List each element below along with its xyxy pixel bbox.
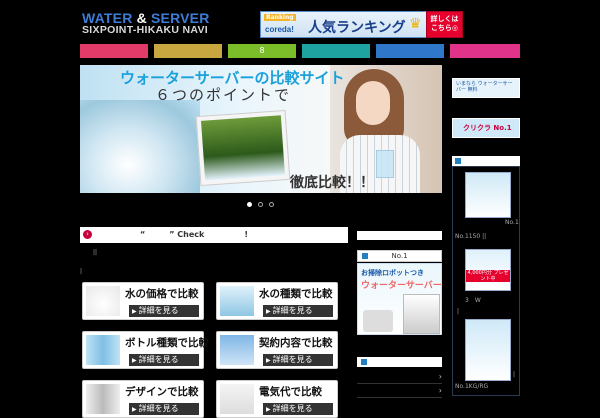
details-link[interactable]: ▶ 詳細を見る — [129, 403, 199, 415]
water-server-image — [403, 294, 440, 334]
robot-server-ad[interactable]: お掃除ロボットつき ウォーターサーバー — [357, 263, 442, 335]
compare-bottle-type-button[interactable]: ボトル種類で比較 ▶ 詳細を見る — [82, 331, 209, 369]
arrow-right-icon: ▶ — [266, 406, 271, 413]
ad-headline: お掃除ロボットつき — [361, 269, 424, 277]
banner-title: 人気ランキング — [308, 20, 406, 36]
water-glass — [376, 150, 394, 178]
compare-label: デザインで比較 — [125, 386, 199, 398]
hero-slider[interactable]: ウォーターサーバーの比較サイト ６つのポイントで 徹底比較！！ — [80, 65, 442, 193]
flag-icon — [362, 253, 368, 259]
slider-dot-2[interactable] — [258, 202, 263, 207]
arrow-right-icon: ▶ — [132, 406, 137, 413]
arrow-right-icon: ▶ — [266, 308, 271, 315]
details-link[interactable]: ▶ 詳細を見る — [129, 305, 199, 317]
slider-dot-1[interactable] — [247, 202, 252, 207]
details-link[interactable]: ▶ 詳細を見る — [129, 354, 199, 366]
details-label: 詳細を見る — [272, 404, 313, 413]
product-caption-2: 3 W — [465, 297, 481, 304]
arrow-right-icon: ▶ — [132, 357, 137, 364]
compare-label: 水の種類で比較 — [259, 288, 333, 300]
details-label: 詳細を見る — [138, 306, 179, 315]
crecla-ad[interactable]: クリクラ No.1 — [452, 118, 520, 138]
details-label: 詳細を見る — [138, 355, 179, 364]
banner-details-label: 詳しくは こちら◎ — [430, 15, 459, 32]
present-badge: 4,000円分 プレゼント中 — [466, 270, 510, 282]
arrow-right-icon: ▶ — [266, 357, 271, 364]
banner-details-button[interactable]: 詳しくは こちら◎ — [426, 11, 463, 38]
nav-item-1[interactable] — [80, 44, 148, 58]
details-label: 詳細を見る — [138, 404, 179, 413]
compare-electricity-button[interactable]: 電気代で比較 ▶ 詳細を見る — [216, 380, 338, 418]
flag-icon — [455, 158, 461, 164]
compare-water-type-button[interactable]: 水の種類で比較 ▶ 詳細を見る — [216, 282, 338, 320]
details-label: 詳細を見る — [272, 306, 313, 315]
middle-heading-bar — [357, 231, 442, 240]
product-image-1[interactable] — [465, 172, 511, 218]
crecla-ad-text: クリクラ No.1 — [463, 124, 512, 132]
list-item[interactable]: › — [357, 371, 442, 384]
details-link[interactable]: ▶ 詳細を見る — [263, 354, 333, 366]
chevron-right-icon: › — [83, 230, 92, 239]
check-heading-bar: › “ ” Check ! — [80, 227, 348, 243]
server-design-image — [86, 384, 120, 414]
ad-subheadline: ウォーターサーバー — [361, 281, 442, 291]
crown-icon: ♛ — [409, 16, 422, 32]
free-server-ad-text: いまなら ウォーターサーバー 無料 — [456, 81, 513, 93]
forest-photo-image — [201, 115, 285, 181]
global-nav: 8 — [80, 44, 520, 58]
free-server-ad[interactable]: いまなら ウォーターサーバー 無料 — [452, 78, 520, 98]
compare-contract-button[interactable]: 契約内容で比較 ▶ 詳細を見る — [216, 331, 338, 369]
compare-label: 契約内容で比較 — [259, 337, 333, 349]
slide-subtitle: ６つのポイントで — [155, 86, 292, 104]
nav-item-4[interactable] — [302, 44, 370, 58]
check-heading-text: “ ” Check ! — [140, 230, 249, 239]
product-caption-3: | — [457, 308, 460, 315]
details-link[interactable]: ▶ 詳細を見る — [263, 305, 333, 317]
water-pour-image — [220, 286, 254, 316]
side-heading-bar — [452, 156, 520, 166]
no1-heading: No.1 — [357, 250, 442, 262]
middle-heading-bar-2 — [357, 357, 442, 367]
list-item[interactable]: › — [357, 385, 442, 398]
yen-glass-image — [86, 286, 120, 316]
details-label: 詳細を見る — [272, 355, 313, 364]
forest-photo — [195, 109, 291, 187]
arrow-right-icon: ▶ — [132, 308, 137, 315]
details-link[interactable]: ▶ 詳細を見る — [263, 403, 333, 415]
power-outlet-image — [220, 384, 254, 414]
compare-design-button[interactable]: デザインで比較 ▶ 詳細を見る — [82, 380, 204, 418]
notice-text-2: | — [80, 268, 83, 275]
nav-item-5[interactable] — [376, 44, 444, 58]
product-caption-5: | — [513, 371, 516, 378]
product-caption-1: No.1150 || — [455, 233, 487, 240]
compare-label: ボトル種類で比較 — [125, 337, 209, 349]
nav-item-6[interactable] — [450, 44, 520, 58]
compare-label: 電気代で比較 — [259, 386, 322, 398]
water-splash-image — [80, 100, 200, 193]
banner-brand: coreda! — [265, 25, 294, 34]
product-caption-4: No.1KG/RG — [455, 383, 489, 390]
ranking-tag: Ranking — [264, 14, 296, 21]
slider-dot-3[interactable] — [269, 202, 274, 207]
compare-label: 水の価格で比較 — [125, 288, 199, 300]
site-logo-subtitle[interactable]: SIXPOINT-HIKAKU NAVI — [82, 24, 208, 36]
nav-item-3[interactable]: 8 — [228, 44, 296, 58]
slide-compare-text: 徹底比較！！ — [290, 175, 374, 191]
product-image-2[interactable]: 4,000円分 プレゼント中 — [465, 249, 511, 291]
robot-cleaner-image — [363, 310, 393, 332]
flag-icon — [361, 359, 367, 365]
no1-heading-text: No.1 — [391, 252, 408, 260]
notice-text-1: || — [93, 249, 98, 256]
nav-item-2[interactable] — [154, 44, 222, 58]
handshake-image — [220, 335, 254, 365]
bottle-image — [86, 335, 120, 365]
model-face — [356, 81, 390, 125]
side-ranking-panel: No.1 No.1150 || 4,000円分 プレゼント中 3 W | No.… — [452, 166, 520, 396]
product-image-3[interactable] — [465, 319, 511, 381]
rank-label: No.1 — [505, 219, 519, 226]
compare-water-price-button[interactable]: 水の価格で比較 ▶ 詳細を見る — [82, 282, 204, 320]
